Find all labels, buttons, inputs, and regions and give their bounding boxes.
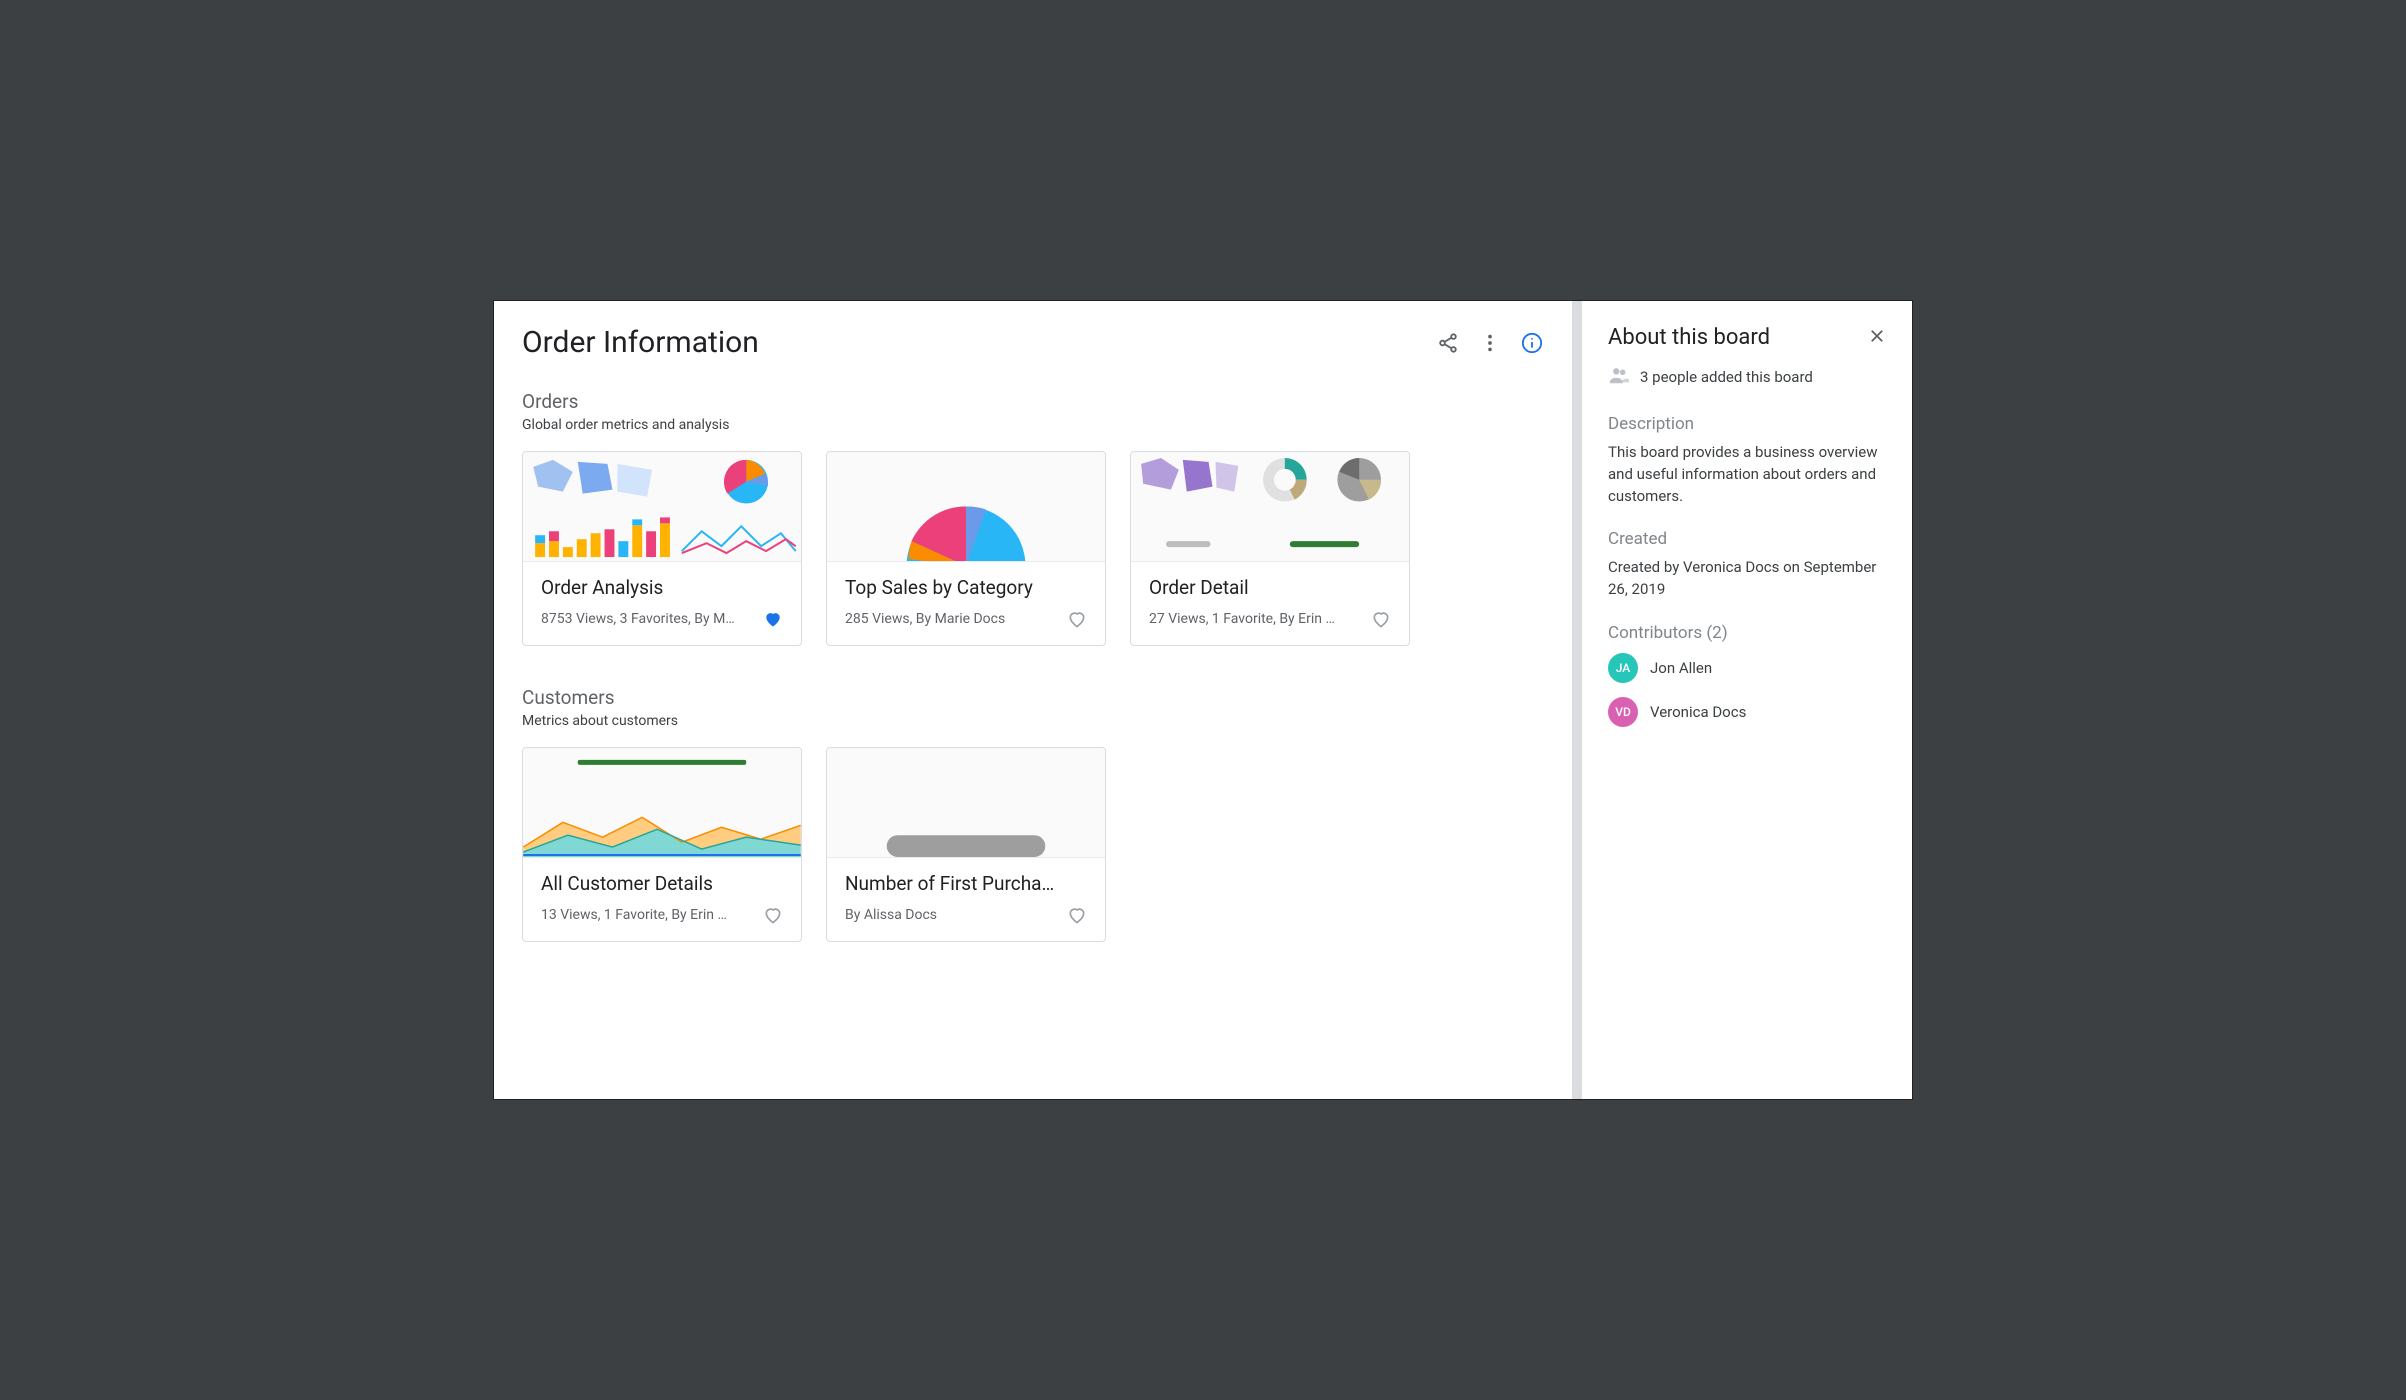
avatar: VD [1608, 697, 1638, 727]
contributor-name: Jon Allen [1650, 659, 1712, 677]
card-thumbnail [523, 452, 801, 562]
card-thumbnail [1131, 452, 1409, 562]
card-title: Number of First Purcha… [845, 872, 1087, 895]
share-icon[interactable] [1436, 331, 1460, 355]
close-icon[interactable] [1868, 327, 1886, 349]
card-meta: 8753 Views, 3 Favorites, By M… [541, 611, 755, 627]
card-thumbnail [827, 452, 1105, 562]
section-title: Orders [522, 390, 1544, 413]
card-order-detail[interactable]: Order Detail 27 Views, 1 Favorite, By Er… [1130, 451, 1410, 646]
heart-outline-icon[interactable] [763, 905, 783, 925]
main-panel: Order Information Orders Global order me… [494, 301, 1572, 1099]
card-body: Number of First Purcha… By Alissa Docs [827, 858, 1105, 941]
people-added-text: 3 people added this board [1640, 368, 1813, 386]
created-label: Created [1608, 529, 1886, 549]
contributors-list: JA Jon Allen VD Veronica Docs [1608, 653, 1886, 727]
card-meta: 13 Views, 1 Favorite, By Erin … [541, 907, 755, 923]
contributor-name: Veronica Docs [1650, 703, 1746, 721]
heart-outline-icon[interactable] [1371, 609, 1391, 629]
section-subtitle: Metrics about customers [522, 713, 1544, 729]
card-top-sales[interactable]: Top Sales by Category 285 Views, By Mari… [826, 451, 1106, 646]
heart-outline-icon[interactable] [1067, 905, 1087, 925]
scrollbar[interactable] [1572, 301, 1582, 1099]
people-added-row: 3 people added this board [1608, 364, 1886, 390]
card-body: Order Analysis 8753 Views, 3 Favorites, … [523, 562, 801, 645]
card-title: Order Detail [1149, 576, 1391, 599]
card-grid: Order Analysis 8753 Views, 3 Favorites, … [522, 451, 1544, 646]
card-meta: By Alissa Docs [845, 907, 1059, 923]
avatar: JA [1608, 653, 1638, 683]
side-title: About this board [1608, 325, 1770, 350]
app-frame: Order Information Orders Global order me… [493, 300, 1913, 1100]
card-title: All Customer Details [541, 872, 783, 895]
created-section: Created Created by Veronica Docs on Sept… [1608, 529, 1886, 601]
section-subtitle: Global order metrics and analysis [522, 417, 1544, 433]
created-text: Created by Veronica Docs on September 26… [1608, 557, 1886, 601]
heart-filled-icon[interactable] [763, 609, 783, 629]
page-title: Order Information [522, 325, 759, 360]
card-body: Order Detail 27 Views, 1 Favorite, By Er… [1131, 562, 1409, 645]
heart-outline-icon[interactable] [1067, 609, 1087, 629]
card-title: Order Analysis [541, 576, 783, 599]
contributor-row: VD Veronica Docs [1608, 697, 1886, 727]
card-thumbnail [827, 748, 1105, 858]
contributor-row: JA Jon Allen [1608, 653, 1886, 683]
card-all-customer-details[interactable]: All Customer Details 13 Views, 1 Favorit… [522, 747, 802, 942]
section-title: Customers [522, 686, 1544, 709]
card-order-analysis[interactable]: Order Analysis 8753 Views, 3 Favorites, … [522, 451, 802, 646]
card-meta: 27 Views, 1 Favorite, By Erin … [1149, 611, 1363, 627]
card-body: Top Sales by Category 285 Views, By Mari… [827, 562, 1105, 645]
section-orders: Orders Global order metrics and analysis [522, 390, 1544, 646]
card-grid: All Customer Details 13 Views, 1 Favorit… [522, 747, 1544, 942]
card-number-first-purchase[interactable]: Number of First Purcha… By Alissa Docs [826, 747, 1106, 942]
side-panel: About this board 3 people added this boa… [1582, 301, 1912, 1099]
main-header: Order Information [522, 325, 1544, 360]
info-icon[interactable] [1520, 331, 1544, 355]
description-label: Description [1608, 414, 1886, 434]
more-icon[interactable] [1478, 331, 1502, 355]
people-icon [1608, 364, 1630, 390]
description-section: Description This board provides a busine… [1608, 414, 1886, 507]
card-thumbnail [523, 748, 801, 858]
card-meta: 285 Views, By Marie Docs [845, 611, 1059, 627]
contributors-label: Contributors (2) [1608, 623, 1886, 643]
header-actions [1436, 331, 1544, 355]
description-text: This board provides a business overview … [1608, 442, 1886, 507]
card-title: Top Sales by Category [845, 576, 1087, 599]
side-header: About this board [1608, 325, 1886, 350]
card-body: All Customer Details 13 Views, 1 Favorit… [523, 858, 801, 941]
section-customers: Customers Metrics about customers [522, 686, 1544, 942]
contributors-section: Contributors (2) JA Jon Allen VD Veronic… [1608, 623, 1886, 727]
